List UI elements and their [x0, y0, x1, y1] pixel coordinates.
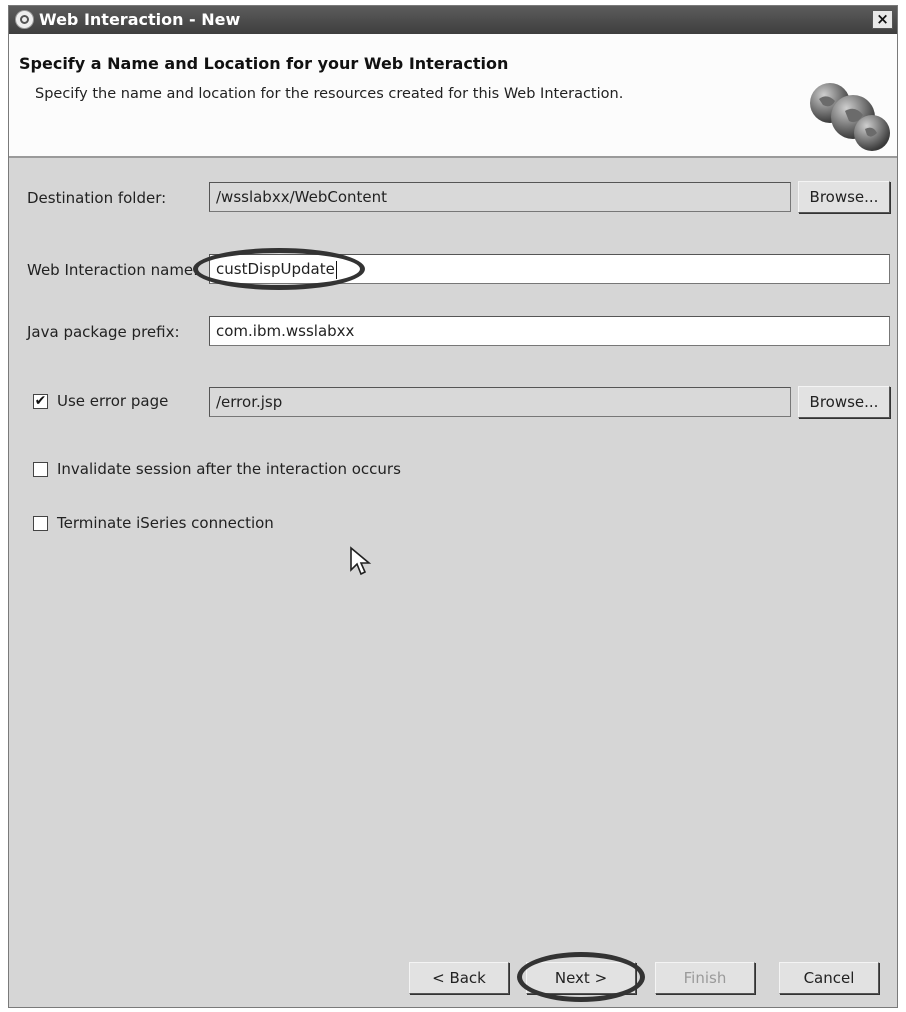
title-bar: Web Interaction - New × — [9, 6, 897, 34]
java-package-prefix-label: Java package prefix: — [27, 323, 180, 341]
app-icon — [15, 10, 34, 29]
web-interaction-name-value: custDispUpdate — [216, 260, 335, 278]
finish-button[interactable]: Finish — [655, 962, 755, 994]
web-interaction-name-label: Web Interaction name: — [27, 261, 199, 279]
browse-destination-button[interactable]: Browse... — [798, 181, 890, 213]
destination-folder-label: Destination folder: — [27, 189, 167, 207]
use-error-page-label: Use error page — [57, 392, 169, 410]
globes-icon — [810, 83, 890, 151]
invalidate-session-checkbox[interactable] — [33, 462, 48, 477]
terminate-connection-checkbox[interactable] — [33, 516, 48, 531]
mouse-pointer-icon — [350, 546, 372, 576]
wizard-dialog: Web Interaction - New × Specify a Name a… — [8, 5, 898, 1008]
text-caret — [335, 260, 337, 279]
banner-title: Specify a Name and Location for your Web… — [19, 54, 509, 73]
browse-error-page-button[interactable]: Browse... — [798, 386, 890, 418]
invalidate-session-label: Invalidate session after the interaction… — [57, 460, 401, 478]
cancel-button[interactable]: Cancel — [779, 962, 879, 994]
banner-description: Specify the name and location for the re… — [35, 86, 624, 102]
wizard-banner: Specify a Name and Location for your Web… — [9, 34, 897, 158]
window-title: Web Interaction - New — [39, 10, 241, 29]
destination-folder-field[interactable]: /wsslabxx/WebContent — [209, 182, 791, 212]
web-interaction-name-input[interactable]: custDispUpdate — [209, 254, 890, 284]
next-button[interactable]: Next > — [526, 962, 636, 994]
use-error-page-checkbox[interactable]: ✔ — [33, 394, 48, 409]
back-button[interactable]: < Back — [409, 962, 509, 994]
close-button[interactable]: × — [872, 10, 893, 29]
java-package-prefix-input[interactable]: com.ibm.wsslabxx — [209, 316, 890, 346]
terminate-connection-label: Terminate iSeries connection — [57, 514, 274, 532]
error-page-field[interactable]: /error.jsp — [209, 387, 791, 417]
